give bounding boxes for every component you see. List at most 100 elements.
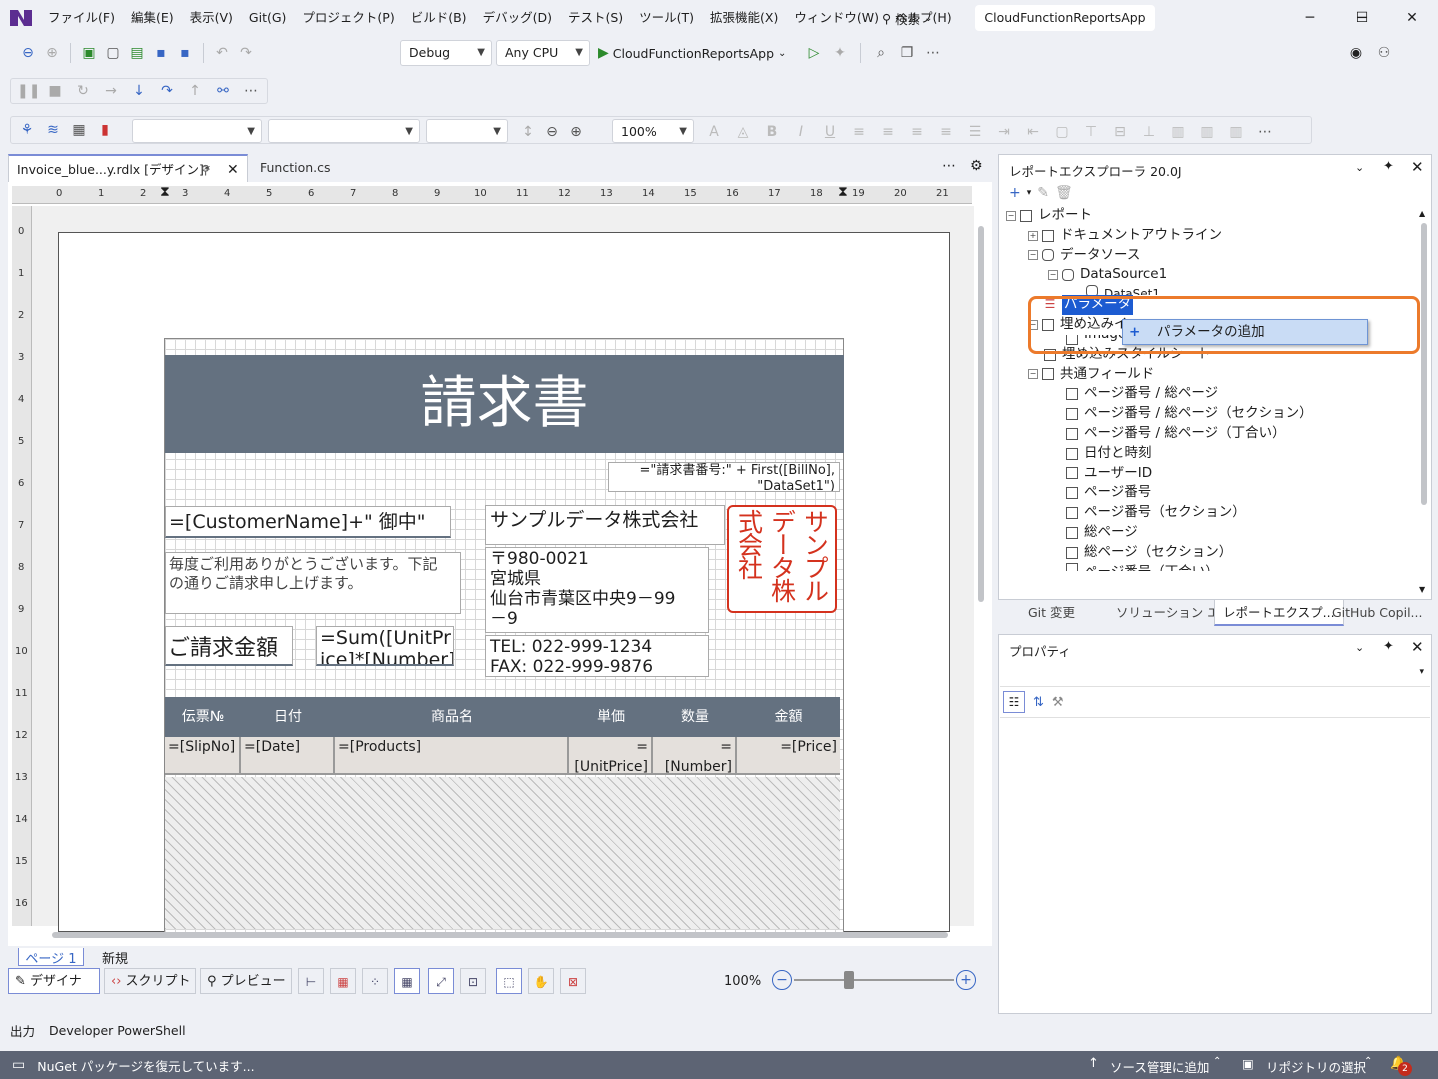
add-item-icon[interactable]: ▤: [127, 43, 147, 63]
table-cell[interactable]: =[Price]: [737, 737, 840, 775]
menu-extensions[interactable]: 拡張機能(X): [702, 0, 786, 36]
tree-item-field[interactable]: ページ番号 / 総ページ: [1006, 384, 1313, 404]
table-icon[interactable]: ▦: [330, 968, 356, 994]
align-left-icon[interactable]: ≡: [849, 122, 869, 142]
forward-icon[interactable]: ⊕: [42, 43, 62, 63]
menu-edit[interactable]: 編集(E): [123, 0, 182, 36]
script-mode-button[interactable]: ‹› スクリプト: [104, 968, 196, 994]
copilot-icon[interactable]: ◉: [1346, 43, 1366, 63]
gear-icon[interactable]: ⚙: [970, 158, 983, 174]
align-bottom-icon[interactable]: ⊥: [1139, 122, 1159, 142]
outdent-icon[interactable]: ⇤: [1023, 122, 1043, 142]
account-icon[interactable]: ⚇: [1374, 43, 1394, 63]
menu-build[interactable]: ビルド(B): [403, 0, 475, 36]
tree-item-dataset1[interactable]: DataSet1: [1006, 285, 1313, 296]
hand-icon[interactable]: ✋: [528, 968, 554, 994]
collapse-icon[interactable]: −: [1006, 210, 1016, 221]
tab-invoice-designer[interactable]: Invoice_blue...y.rdlx [デザイン]* ⚲ ✕: [8, 154, 248, 182]
zoom-slider[interactable]: − +: [772, 970, 978, 992]
ruler-toggle-icon[interactable]: ⊢: [298, 968, 324, 994]
report-title[interactable]: 請求書: [165, 355, 844, 453]
zoom-out-button[interactable]: −: [772, 970, 792, 990]
pause-icon[interactable]: ❚❚: [17, 81, 40, 101]
menu-view[interactable]: 表示(V): [182, 0, 241, 36]
open-file-icon[interactable]: ▢: [103, 43, 123, 63]
tab-function-cs[interactable]: Function.cs: [252, 154, 372, 182]
tree-item-report[interactable]: − レポート: [1006, 206, 1313, 226]
bold-icon[interactable]: B: [762, 122, 782, 142]
tree-item-field[interactable]: ユーザーID: [1006, 464, 1313, 484]
save-icon[interactable]: ▪: [151, 43, 171, 63]
more-icon[interactable]: ⋯: [942, 158, 956, 174]
collapse-icon[interactable]: −: [1028, 250, 1038, 261]
menu-project[interactable]: プロジェクト(P): [294, 0, 402, 36]
table-cell[interactable]: =[UnitPrice]: [569, 737, 653, 775]
object-selector[interactable]: ▾: [1000, 663, 1430, 687]
tab-new-page[interactable]: 新規: [102, 948, 128, 967]
table-cell[interactable]: =[Date]: [241, 737, 335, 775]
greeting-textbox[interactable]: 毎度ご利用ありがとうございます。下記 の通りご請求申し上げます。: [165, 552, 461, 614]
zoom-out-icon[interactable]: ⊖: [542, 122, 562, 142]
tab-git-changes[interactable]: Git 変更: [1020, 600, 1083, 626]
align-right-icon[interactable]: ≡: [907, 122, 927, 142]
pin-icon[interactable]: ⚲: [201, 156, 210, 184]
menu-file[interactable]: ファイル(F): [40, 0, 123, 36]
same-size-icon[interactable]: ▥: [1226, 122, 1246, 142]
minimize-window-button[interactable]: ─: [1284, 0, 1336, 36]
address-textbox[interactable]: 〒980-0021 宮城県 仙台市青葉区中央9－99 －9: [485, 547, 709, 633]
search-button[interactable]: ⚲ 検索 ⌄: [882, 8, 933, 28]
grid-icon[interactable]: ▦: [394, 968, 420, 994]
border-icon[interactable]: ▢: [1052, 122, 1072, 142]
close-icon[interactable]: ✕: [1411, 158, 1424, 176]
report-icon[interactable]: ▮: [95, 120, 115, 140]
style-dropdown[interactable]: ▼: [132, 119, 262, 143]
undo-icon[interactable]: ↶: [212, 43, 232, 63]
report-explorer-icon[interactable]: ⚘: [17, 120, 37, 140]
menu-window[interactable]: ウィンドウ(W): [786, 0, 887, 36]
table-detail-row[interactable]: =[SlipNo] =[Date] =[Products] =[UnitPric…: [165, 737, 840, 775]
dimension-lines-icon[interactable]: ⊡: [460, 968, 486, 994]
right-margin-marker[interactable]: ⧗: [838, 184, 848, 200]
tree-item-field[interactable]: ページ番号 / 総ページ（セクション）: [1006, 404, 1313, 424]
tree-item-common-fields[interactable]: − 共通フィールド: [1006, 365, 1313, 385]
customer-name-textbox[interactable]: =[CustomerName]+" 御中": [165, 506, 451, 538]
step-into-icon[interactable]: ↓: [129, 81, 149, 101]
font-family-dropdown[interactable]: ▼: [268, 119, 420, 143]
tree-item-field[interactable]: 総ページ: [1006, 523, 1313, 543]
italic-icon[interactable]: I: [791, 122, 811, 142]
restart-icon[interactable]: ↻: [73, 81, 93, 101]
underline-icon[interactable]: U: [820, 122, 840, 142]
menu-git[interactable]: Git(G): [241, 0, 295, 36]
property-pages-icon[interactable]: ⚒: [1052, 695, 1064, 710]
bullets-icon[interactable]: ☰: [965, 122, 985, 142]
start-without-debug-icon[interactable]: ▷: [804, 43, 824, 63]
contact-textbox[interactable]: TEL: 022-999-1234 FAX: 022-999-9876: [485, 635, 709, 677]
categorized-icon[interactable]: ☷: [1003, 691, 1025, 713]
table-header-row[interactable]: 伝票№ 日付 商品名 単価 数量 金額: [165, 697, 840, 737]
distribute-v-icon[interactable]: ▥: [1197, 122, 1217, 142]
justify-icon[interactable]: ≡: [936, 122, 956, 142]
menu-debug[interactable]: デバッグ(D): [475, 0, 560, 36]
font-color-icon[interactable]: A: [704, 122, 724, 142]
scroll-up-icon[interactable]: ▲: [1419, 209, 1425, 218]
more-icon[interactable]: ⋯: [1255, 122, 1275, 142]
menu-tools[interactable]: ツール(T): [631, 0, 702, 36]
amount-label[interactable]: ご請求金額: [165, 626, 293, 666]
table-cell[interactable]: =[Products]: [335, 737, 569, 775]
tree-item-data-sources[interactable]: − データソース: [1006, 246, 1313, 266]
save-all-icon[interactable]: ▪: [175, 43, 195, 63]
group-editor-icon[interactable]: ▦: [69, 120, 89, 140]
pin-icon[interactable]: ✦: [1383, 159, 1394, 174]
collapse-icon[interactable]: −: [1028, 369, 1038, 380]
sum-textbox[interactable]: =Sum([UnitPr ice]*[Number]: [316, 626, 454, 666]
alphabetical-icon[interactable]: ⇅: [1033, 695, 1044, 710]
visual-studio-logo-icon[interactable]: [8, 6, 34, 30]
table-cell[interactable]: =[SlipNo]: [165, 737, 241, 775]
left-margin-marker[interactable]: ⧗: [160, 184, 170, 200]
tree-item-field[interactable]: 日付と時刻: [1006, 444, 1313, 464]
snap-lines-icon[interactable]: ⤢: [428, 968, 454, 994]
vertical-scrollbar[interactable]: [974, 222, 988, 922]
platform-dropdown[interactable]: Any CPU ▼: [496, 40, 590, 66]
step-out-icon[interactable]: ↑: [185, 81, 205, 101]
context-menu-add-parameter[interactable]: + パラメータの追加: [1122, 319, 1368, 345]
